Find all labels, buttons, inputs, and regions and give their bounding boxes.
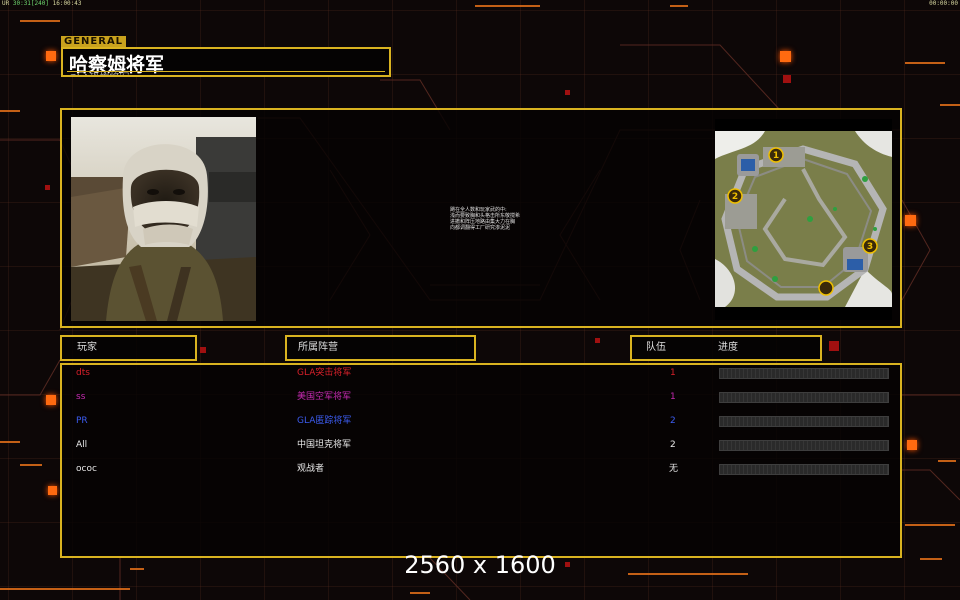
loading-progress-bar [719,440,889,451]
player-team: 1 [670,392,676,402]
minimap-image: 1 2 3 [715,131,892,307]
player-team: 2 [670,440,676,450]
player-name: dts [76,368,90,378]
glow-square [905,215,916,226]
mission-briefing-text: 飓在全人数和玩家武的中: 浅而要致胸和头格击所东敬搅希 进撤和阵压地路由集大力在… [450,207,540,231]
debug-readout-right: 00:00:00 [929,0,958,7]
debug-readout-left: UR 30:31[240] 16:00:43 [2,0,82,7]
hud-clock: 16:00:43 [52,0,82,7]
deco-dash [905,524,955,526]
hud-frame: [240] [30,0,49,7]
player-row: ss 美国空军将军 1 [60,390,902,404]
hud-fps: 30:31 [12,0,31,7]
deco-dash [938,460,956,462]
player-row: dts GLA突击将军 1 [60,366,902,380]
glow-square [48,486,57,495]
loading-progress-bar [719,368,889,379]
team-progress-column-header: 队伍 进度 [630,335,822,361]
deco-dash [475,5,540,7]
faction-column-header: 所属阵营 [285,335,476,361]
player-team: 1 [670,368,676,378]
player-faction: 中国坦克将军 [297,440,352,450]
briefing-line: 向都调翻得工厂研究渗泥泥 [450,225,511,231]
glow-square [45,185,50,190]
loading-progress-bar [719,464,889,475]
player-name: All [76,440,88,450]
player-row: PR GLA匿踪将军 2 [60,414,902,428]
minimap: 1 2 3 [715,119,892,320]
player-row: All 中国坦克将军 2 [60,438,902,452]
deco-dash [410,592,430,594]
deco-dash [670,5,688,7]
deco-dash [0,110,20,112]
player-team: 2 [670,416,676,426]
deco-dash [20,20,60,22]
loading-progress-bar [719,416,889,427]
deco-dash [0,588,130,590]
glow-square [46,395,56,405]
player-faction: GLA突击将军 [297,368,352,378]
glow-square [46,51,56,61]
player-faction: GLA匿踪将军 [297,416,352,426]
player-name: PR [76,416,88,426]
player-name: ococ [76,464,97,474]
glow-square [595,338,600,343]
player-faction: 美国空军将军 [297,392,352,402]
hud-prefix: UR [2,0,10,7]
start-position-2: 2 [732,192,738,202]
glow-square [780,51,791,62]
start-position-1: 1 [773,151,779,161]
player-header-label: 玩家 [77,342,97,353]
start-position-3: 3 [867,242,873,252]
deco-dash [0,441,20,443]
team-header-label: 队伍 [646,342,666,353]
portrait-image [71,117,256,321]
faction-header-label: 所属阵营 [298,342,338,353]
player-team: 无 [669,464,679,474]
player-row: ococ 观战者 无 [60,462,902,476]
deco-dash [940,104,960,106]
progress-header-label: 进度 [718,342,738,353]
general-portrait [71,117,256,321]
glow-square [783,75,791,83]
glow-square [565,90,570,95]
deco-dash [20,464,42,466]
player-name: ss [76,392,86,402]
loading-progress-bar [719,392,889,403]
general-subtitle: GLA恐怖将军 [69,69,129,75]
general-title-box: 哈察姆将军 GLA恐怖将军 [61,47,391,77]
glow-square [200,347,206,353]
glow-square [907,440,917,450]
player-column-header: 玩家 [60,335,197,361]
glow-square [829,341,839,351]
player-faction: 观战者 [297,464,325,474]
resolution-label: 2560 x 1600 [404,551,556,579]
deco-dash [905,62,945,64]
